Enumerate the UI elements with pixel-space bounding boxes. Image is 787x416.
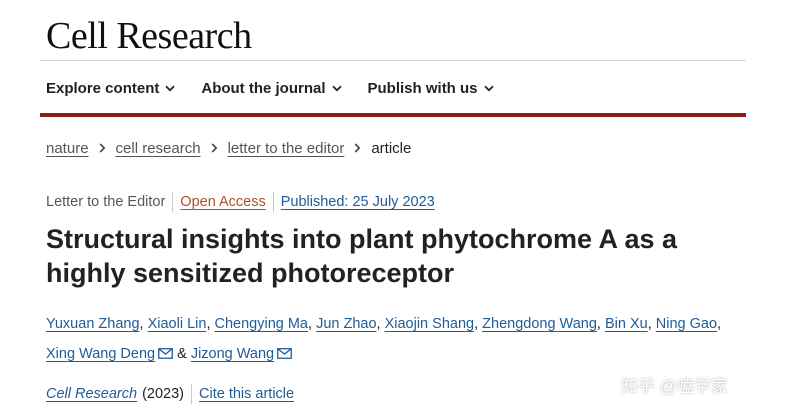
citation-divider xyxy=(191,384,192,404)
author-link[interactable]: Ning Gao xyxy=(656,316,717,332)
author-link[interactable]: Xing Wang Deng xyxy=(46,346,155,362)
watermark: 知乎 @嗑学家 xyxy=(621,377,728,396)
citation-journal-link[interactable]: Cell Research xyxy=(46,386,137,402)
author-list: Yuxuan Zhang, Xiaoli Lin, Chengying Ma, … xyxy=(46,309,766,370)
author-link[interactable]: Jizong Wang xyxy=(191,346,274,362)
author-link[interactable]: Yuxuan Zhang xyxy=(46,316,140,332)
breadcrumb-nature[interactable]: nature xyxy=(46,140,89,157)
citation-year: (2023) xyxy=(142,386,184,402)
envelope-icon[interactable] xyxy=(158,340,173,370)
main-nav: Explore content About the journal Publis… xyxy=(46,77,520,99)
chevron-down-icon xyxy=(331,85,342,92)
meta-divider xyxy=(172,192,174,212)
nav-about-the-journal-label: About the journal xyxy=(201,79,326,97)
article-title: Structural insights into plant phytochro… xyxy=(46,224,678,288)
nav-explore-content-label: Explore content xyxy=(46,79,160,97)
author-separator: , xyxy=(474,316,479,332)
author-separator: , xyxy=(206,316,211,332)
author-link[interactable]: Jun Zhao xyxy=(316,316,376,332)
article-meta: Letter to the Editor Open Access Publish… xyxy=(46,191,435,213)
nav-publish-with-us-label: Publish with us xyxy=(367,79,478,97)
journal-title[interactable]: Cell Research xyxy=(46,14,252,58)
author-link[interactable]: Xiaojin Shang xyxy=(385,316,475,332)
breadcrumb-current: article xyxy=(371,139,412,157)
author-separator: , xyxy=(596,316,601,332)
nav-publish-with-us[interactable]: Publish with us xyxy=(368,80,494,97)
author-link[interactable]: Bin Xu xyxy=(605,316,648,332)
cite-this-article-link[interactable]: Cite this article xyxy=(199,386,294,402)
chevron-right-icon xyxy=(99,143,106,153)
breadcrumb: nature cell research letter to the edito… xyxy=(46,137,411,159)
published-date-link[interactable]: Published: 25 July 2023 xyxy=(281,194,435,210)
author-separator: , xyxy=(376,316,381,332)
and-separator: & xyxy=(177,346,187,362)
header-divider xyxy=(40,60,746,61)
breadcrumb-cell-research[interactable]: cell research xyxy=(116,140,201,157)
chevron-down-icon xyxy=(483,85,494,92)
accent-bar xyxy=(40,113,746,117)
author-separator: , xyxy=(647,316,652,332)
author-separator: , xyxy=(308,316,313,332)
chevron-right-icon xyxy=(211,143,218,153)
open-access-link[interactable]: Open Access xyxy=(180,194,265,210)
article-type: Letter to the Editor xyxy=(46,194,166,210)
chevron-right-icon xyxy=(354,143,361,153)
author-separator: , xyxy=(139,316,144,332)
chevron-down-icon xyxy=(165,85,175,92)
citation-line: Cell Research (2023) Cite this article xyxy=(46,383,294,405)
nav-about-the-journal[interactable]: About the journal xyxy=(201,79,342,97)
envelope-icon[interactable] xyxy=(277,340,293,370)
author-link[interactable]: Chengying Ma xyxy=(215,316,309,332)
author-separator: , xyxy=(717,316,722,332)
meta-divider xyxy=(272,192,274,212)
breadcrumb-letter-to-the-editor[interactable]: letter to the editor xyxy=(228,140,345,157)
nav-explore-content[interactable]: Explore content xyxy=(46,80,175,97)
author-link[interactable]: Xiaoli Lin xyxy=(148,316,207,332)
author-link[interactable]: Zhengdong Wang xyxy=(482,316,597,332)
